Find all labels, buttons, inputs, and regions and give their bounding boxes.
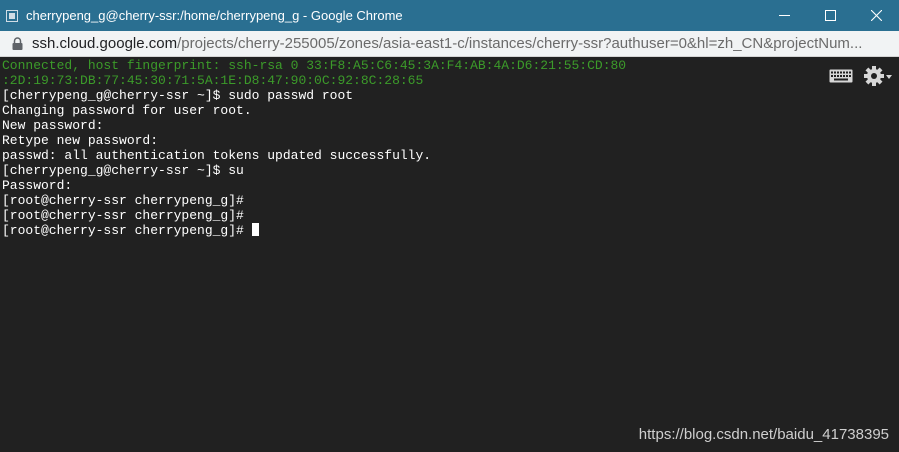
terminal-output: Connected, host fingerprint: ssh-rsa 0 3… <box>2 58 626 238</box>
terminal-line: Password: <box>2 178 73 193</box>
ssh-terminal[interactable]: Connected, host fingerprint: ssh-rsa 0 3… <box>0 57 899 452</box>
gear-icon[interactable] <box>863 65 893 87</box>
url-text[interactable]: ssh.cloud.google.com/projects/cherry-255… <box>32 35 892 52</box>
terminal-line: Retype new password: <box>2 133 159 148</box>
maximize-button[interactable] <box>807 0 853 31</box>
close-button[interactable] <box>853 0 899 31</box>
url-host: ssh.cloud.google.com <box>32 35 178 52</box>
terminal-toolbar <box>829 65 893 87</box>
terminal-line: [cherrypeng_g@cherry-ssr ~]$ su <box>2 163 244 178</box>
minimize-button[interactable] <box>761 0 807 31</box>
watermark-text: https://blog.csdn.net/baidu_41738395 <box>638 426 889 443</box>
minimize-icon <box>778 15 790 16</box>
terminal-line: Connected, host fingerprint: ssh-rsa 0 3… <box>2 58 627 73</box>
terminal-line: Changing password for user root. <box>2 103 252 118</box>
terminal-line: [cherrypeng_g@cherry-ssr ~]$ sudo passwd… <box>2 88 354 103</box>
lock-icon[interactable] <box>12 37 24 51</box>
window-title: cherrypeng_g@cherry-ssr:/home/cherrypeng… <box>26 8 403 23</box>
terminal-line: [root@cherry-ssr cherrypeng_g]# <box>2 193 244 208</box>
keyboard-icon[interactable] <box>829 69 853 83</box>
address-bar[interactable]: ssh.cloud.google.com/projects/cherry-255… <box>0 31 899 57</box>
close-icon <box>870 10 882 21</box>
window-controls <box>761 0 899 31</box>
terminal-line: passwd: all authentication tokens update… <box>2 148 432 163</box>
terminal-prompt-line[interactable]: [root@cherry-ssr cherrypeng_g]# <box>2 223 626 238</box>
url-path: /projects/cherry-255005/zones/asia-east1… <box>177 35 863 52</box>
browser-window: cherrypeng_g@cherry-ssr:/home/cherrypeng… <box>0 0 899 452</box>
title-bar: cherrypeng_g@cherry-ssr:/home/cherrypeng… <box>0 0 899 31</box>
terminal-line: :2D:19:73:DB:77:45:30:71:5A:1E:D8:47:90:… <box>2 73 424 88</box>
terminal-line: New password: <box>2 118 104 133</box>
terminal-line: [root@cherry-ssr cherrypeng_g]# <box>2 208 244 223</box>
maximize-icon <box>824 10 836 21</box>
app-window-icon <box>6 9 18 22</box>
terminal-cursor <box>251 223 259 236</box>
terminal-prompt: [root@cherry-ssr cherrypeng_g]# <box>2 223 244 238</box>
